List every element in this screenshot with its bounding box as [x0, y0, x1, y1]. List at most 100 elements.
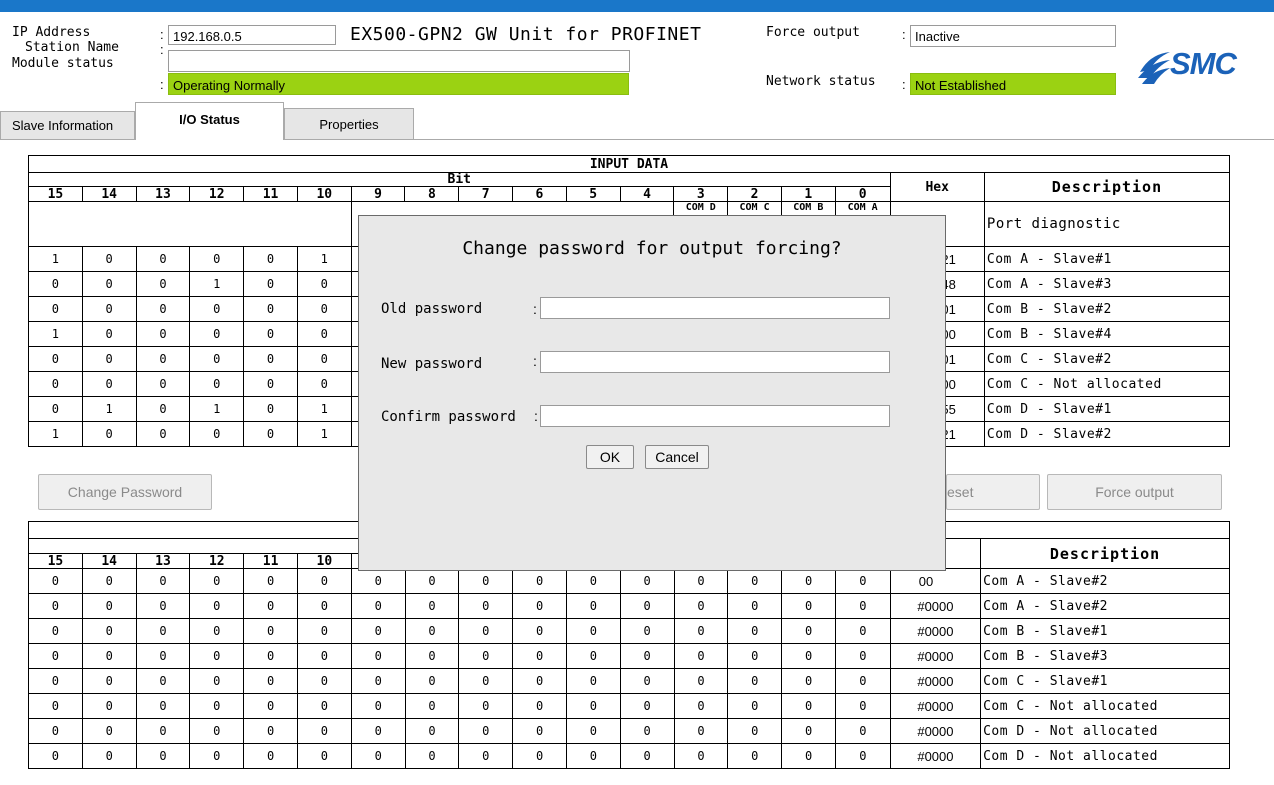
bit-cell: 1	[28, 246, 83, 272]
bit-cell: 0	[404, 718, 460, 744]
new-password-input[interactable]	[540, 351, 890, 373]
bit-cell: 0	[81, 321, 137, 347]
tab-io-status[interactable]: I/O Status	[135, 102, 284, 140]
bit-cell: 0	[834, 743, 891, 769]
bit-cell: 0	[28, 743, 83, 769]
bit-header-14: 14	[81, 553, 137, 569]
bit-cell: 0	[296, 271, 352, 297]
description-cell: Com C - Not allocated	[983, 371, 1231, 397]
bit-header-13: 13	[135, 186, 191, 202]
bit-cell: 0	[135, 743, 191, 769]
bit-header-0: 0	[834, 186, 891, 202]
bit-cell: 0	[673, 618, 729, 644]
force-output-status-field: Inactive	[910, 25, 1116, 47]
description-cell: Com A - Slave#1	[983, 246, 1231, 272]
bit-cell: 0	[727, 618, 783, 644]
table-row: 0 0 0 0 0 0 0 0 0 0 0 0 0 0 0 0 #0000 Com D - Not allocat…	[28, 743, 1230, 769]
description-cell: Com D - Slave#2	[983, 421, 1231, 447]
bit-cell: 0	[189, 618, 245, 644]
bit-cell: 0	[189, 296, 245, 322]
hex-cell: #0000	[889, 718, 982, 744]
bit-cell: 1	[296, 246, 352, 272]
bit-cell: 0	[189, 668, 245, 694]
bit-cell: 0	[81, 421, 137, 447]
bit-cell: 1	[81, 396, 137, 422]
bit-cell: 0	[296, 693, 352, 719]
bit-header-11: 11	[243, 186, 298, 202]
bit-cell: 0	[619, 618, 675, 644]
bit-cell: 0	[135, 421, 191, 447]
description-cell: Com D - Slave#1	[983, 396, 1231, 422]
bit-cell: 0	[673, 593, 729, 619]
description-cell: Com C - Not allocated	[980, 693, 1230, 719]
bit-header-6: 6	[512, 186, 567, 202]
bit-cell: 0	[512, 568, 567, 594]
bit-cell: 0	[781, 568, 836, 594]
bit-cell: 0	[135, 246, 191, 272]
bit-cell: 0	[81, 643, 137, 669]
bit-cell: 0	[727, 718, 783, 744]
bit-cell: 0	[243, 593, 298, 619]
bit-cell: 0	[350, 618, 406, 644]
tab-properties[interactable]: Properties	[284, 108, 414, 140]
bit-cell: 0	[243, 321, 298, 347]
bit-cell: 0	[834, 693, 891, 719]
confirm-password-input[interactable]	[540, 405, 890, 427]
bit-cell: 0	[81, 743, 137, 769]
bit-cell: 0	[458, 668, 514, 694]
bit-header-10: 10	[296, 553, 352, 569]
bit-cell: 0	[135, 371, 191, 397]
bit-cell: 0	[243, 271, 298, 297]
bit-cell: 0	[28, 643, 83, 669]
old-password-label: Old password	[381, 301, 483, 317]
bit-cell: 0	[28, 668, 83, 694]
bit-cell: 0	[28, 618, 83, 644]
tab-slave-information[interactable]: Slave Information	[0, 111, 135, 140]
bit-cell: 1	[189, 396, 245, 422]
bit-cell: 0	[243, 568, 298, 594]
bit-cell: 0	[189, 371, 245, 397]
description-cell: Com C - Slave#1	[980, 668, 1230, 694]
top-accent-bar	[0, 0, 1274, 12]
bit-cell: 0	[565, 568, 621, 594]
bit-header-10: 10	[296, 186, 352, 202]
bit-cell: 0	[243, 693, 298, 719]
old-password-input[interactable]	[540, 297, 890, 319]
bit-cell: 0	[458, 568, 514, 594]
bit-cell: 0	[781, 593, 836, 619]
bit-cell: 0	[296, 321, 352, 347]
colon: :	[160, 27, 164, 42]
network-status-field: Not Established	[910, 73, 1116, 95]
hex-cell: #0000	[889, 743, 982, 769]
bit-cell: 0	[243, 371, 298, 397]
cancel-button[interactable]: Cancel	[645, 445, 709, 469]
bit-cell: 0	[81, 593, 137, 619]
bit-cell: 0	[243, 618, 298, 644]
reset-button[interactable]: eset	[946, 474, 1040, 510]
bit-cell: 1	[189, 271, 245, 297]
bit-cell: 0	[189, 346, 245, 372]
bit-cell: 0	[296, 296, 352, 322]
bit-label: Bit	[28, 172, 891, 187]
bit-cell: 0	[404, 643, 460, 669]
bit-header-9: 9	[350, 186, 406, 202]
network-status-label: Network status	[766, 74, 876, 89]
bit-cell: 0	[189, 743, 245, 769]
bit-header-8: 8	[404, 186, 460, 202]
ok-button[interactable]: OK	[586, 445, 634, 469]
change-password-button[interactable]: Change Password	[38, 474, 212, 510]
bit-cell: 0	[781, 718, 836, 744]
bit-cell: 0	[834, 643, 891, 669]
bit-cell: 0	[189, 593, 245, 619]
force-output-button[interactable]: Force output	[1047, 474, 1222, 510]
bit-header-2: 2	[727, 186, 782, 202]
bit-cell: 0	[565, 643, 621, 669]
bit-cell: 0	[28, 568, 83, 594]
bit-header-12: 12	[189, 186, 245, 202]
bit-cell: 0	[619, 593, 675, 619]
new-password-label: New password	[381, 356, 483, 372]
bit-header-7: 7	[458, 186, 514, 202]
bit-cell: 0	[673, 718, 729, 744]
bit-cell: 0	[296, 346, 352, 372]
bit-cell: 0	[727, 743, 783, 769]
